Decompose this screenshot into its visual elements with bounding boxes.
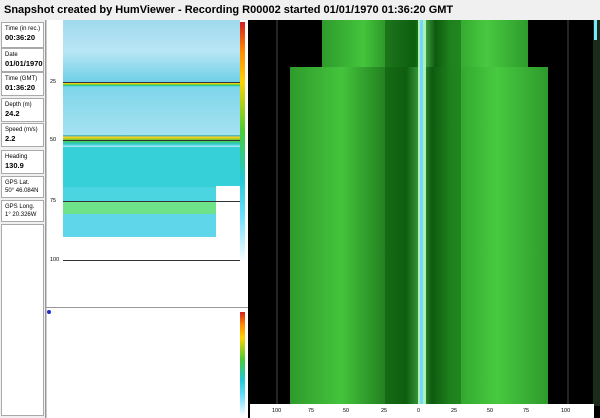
range-label: 50 <box>487 408 494 414</box>
downscan-colorbar <box>240 22 245 262</box>
info-gps-long: GPS Long. 1° 20.326W <box>1 200 44 222</box>
sidescan-image <box>248 20 600 406</box>
downscan-colorbar-secondary <box>240 312 245 416</box>
info-value: 50° 46.084N <box>5 188 39 194</box>
window-title: Snapshot created by HumViewer - Recordin… <box>0 0 600 20</box>
info-value: 01:36:20 <box>5 83 36 92</box>
info-label: Heading <box>5 154 28 160</box>
info-label: Speed (m/s) <box>5 127 38 133</box>
range-label: 0 <box>417 408 421 414</box>
info-label: Date <box>5 52 18 58</box>
info-label: Time (in rec.) <box>5 26 41 32</box>
info-panel: Time (in rec.) 00:36:20 Date 01/01/1970 … <box>0 20 46 418</box>
depth-label: 75 <box>50 198 57 204</box>
range-label: 100 <box>272 408 282 414</box>
info-label: GPS Long. <box>5 204 35 210</box>
depth-gridline <box>63 260 240 261</box>
depth-gridline <box>63 82 240 83</box>
info-value: 2.2 <box>5 134 16 143</box>
info-speed: Speed (m/s) 2.2 <box>1 123 44 147</box>
sidescan-axis <box>250 404 594 418</box>
range-label: 75 <box>523 408 530 414</box>
info-date: Date 01/01/1970 <box>1 48 44 72</box>
range-label: 50 <box>343 408 350 414</box>
info-time-gmt: Time (GMT) 01:36:20 <box>1 72 44 96</box>
info-label: Depth (m) <box>5 102 32 108</box>
depth-gridline <box>63 201 240 202</box>
info-time-in-rec: Time (in rec.) 00:36:20 <box>1 22 44 48</box>
range-label: 25 <box>381 408 388 414</box>
info-value: 24.2 <box>5 109 20 118</box>
info-value: 01/01/1970 <box>5 59 43 68</box>
sidescan-panel <box>248 20 600 418</box>
range-label: 75 <box>308 408 315 414</box>
depth-label: 25 <box>50 79 57 85</box>
info-value: 00:36:20 <box>5 33 36 42</box>
panel-separator <box>46 307 248 308</box>
info-value: 130.9 <box>5 161 24 170</box>
info-label: GPS Lat. <box>5 180 30 186</box>
downscan-panel: 25 50 75 100 <box>46 20 249 418</box>
info-empty <box>1 224 44 416</box>
info-label: Time (GMT) <box>5 76 38 82</box>
info-value: 1° 20.326W <box>5 212 37 218</box>
info-heading: Heading 130.9 <box>1 150 44 174</box>
downscan-image <box>63 20 249 260</box>
info-depth: Depth (m) 24.2 <box>1 98 44 122</box>
range-label: 100 <box>561 408 571 414</box>
range-label: 25 <box>451 408 458 414</box>
info-gps-lat: GPS Lat. 50° 46.084N <box>1 176 44 198</box>
position-marker <box>47 310 51 314</box>
depth-gridline <box>63 140 240 141</box>
depth-label: 100 <box>50 257 60 263</box>
depth-label: 50 <box>50 137 57 143</box>
